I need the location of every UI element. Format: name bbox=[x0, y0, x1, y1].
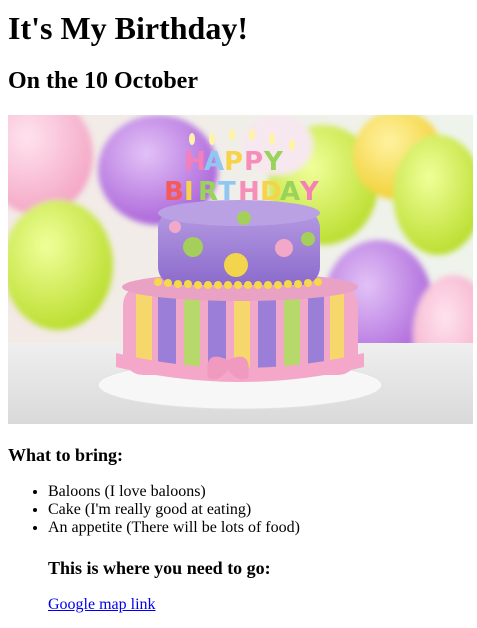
event-date: On the 10 October bbox=[8, 68, 198, 94]
svg-text:T: T bbox=[218, 177, 236, 207]
list-item: Baloons (I love baloons) bbox=[48, 483, 469, 501]
birthday-cake-image: H A P P Y B I R T H D A Y bbox=[8, 115, 473, 424]
directions-section: This is where you need to go: Google map… bbox=[8, 557, 469, 614]
list-item: Cake (I'm really good at eating) bbox=[48, 501, 469, 519]
bring-list: Baloons (I love baloons) Cake (I'm reall… bbox=[8, 483, 469, 537]
svg-text:A: A bbox=[204, 147, 224, 177]
bring-heading: What to bring: bbox=[8, 445, 124, 465]
directions-heading: This is where you need to go: bbox=[48, 558, 271, 578]
svg-text:H: H bbox=[238, 177, 260, 207]
page-title: It's My Birthday! bbox=[8, 10, 248, 46]
svg-text:H: H bbox=[184, 147, 206, 177]
svg-text:P: P bbox=[224, 147, 243, 177]
svg-text:Y: Y bbox=[263, 147, 284, 177]
google-map-link[interactable]: Google map link bbox=[48, 596, 156, 614]
svg-text:P: P bbox=[244, 147, 263, 177]
svg-text:R: R bbox=[198, 177, 218, 207]
svg-text:D: D bbox=[260, 177, 282, 207]
page-content: It's My Birthday! On the 10 October H A … bbox=[0, 0, 477, 614]
svg-text:B: B bbox=[164, 177, 184, 207]
list-item: An appetite (There will be lots of food) bbox=[48, 519, 469, 537]
svg-text:I: I bbox=[184, 177, 194, 207]
svg-text:A: A bbox=[280, 177, 300, 207]
svg-text:Y: Y bbox=[299, 177, 320, 207]
